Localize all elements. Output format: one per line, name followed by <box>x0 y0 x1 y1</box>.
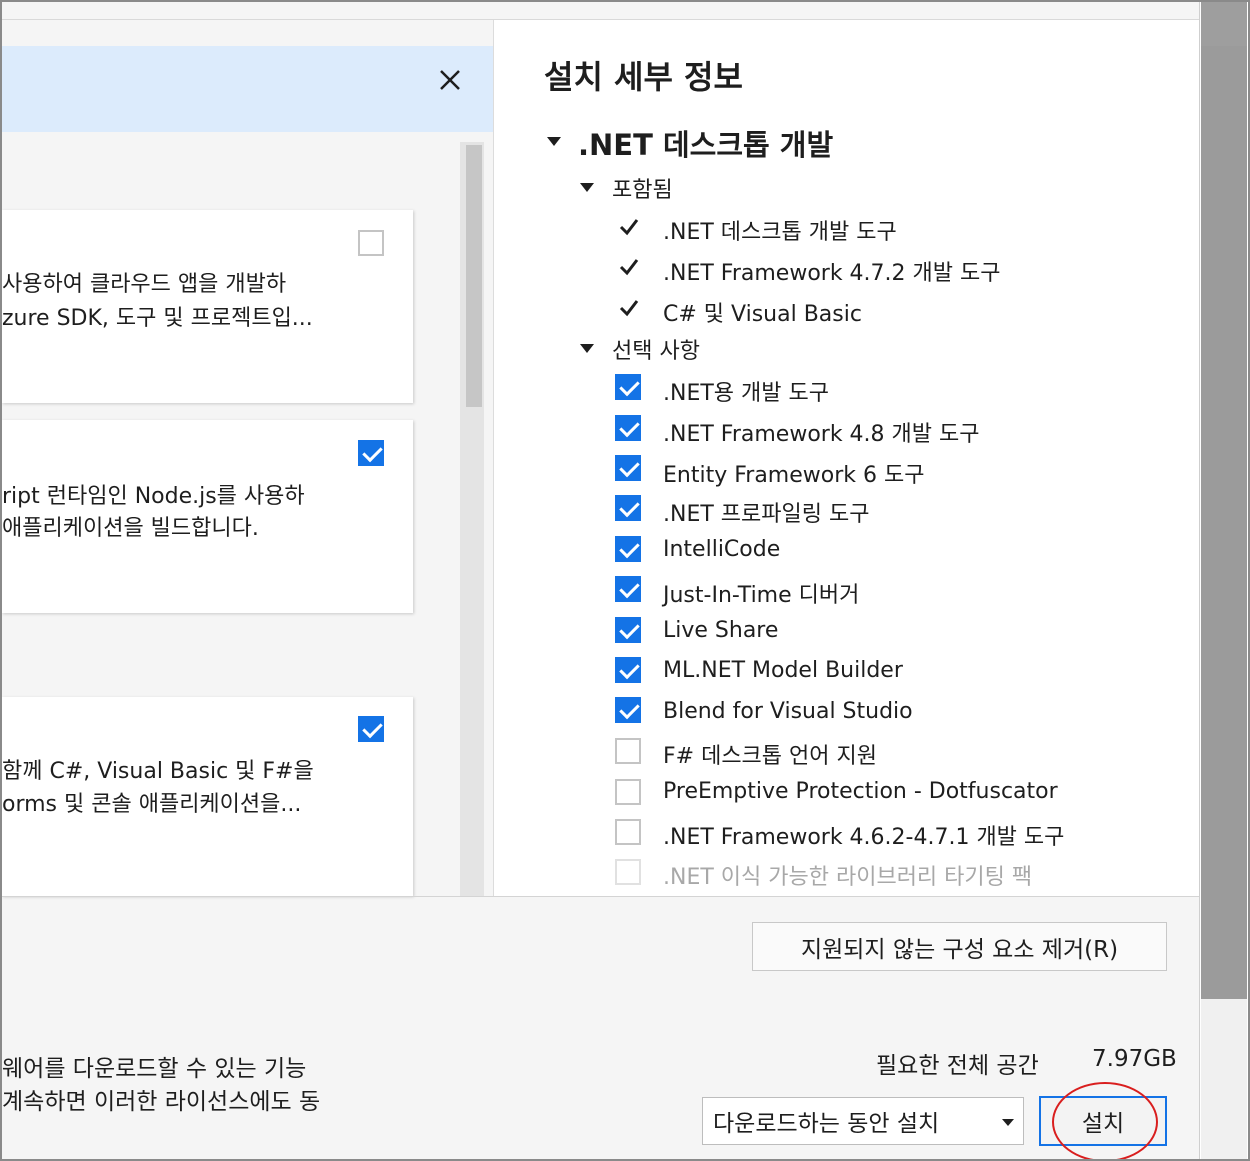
optional-checkbox[interactable] <box>615 576 641 602</box>
included-check-icon <box>619 259 639 276</box>
window-top-edge <box>0 0 1199 20</box>
list-fade <box>494 887 1199 896</box>
card-description: 사용하여 클라우드 앱을 개발하 <box>2 272 287 297</box>
workload-checkbox-dotnet-desktop[interactable] <box>358 716 384 742</box>
optional-item-label: .NET Framework 4.6.2-4.7.1 개발 도구 <box>663 825 1065 850</box>
optional-checkbox[interactable] <box>615 657 641 683</box>
included-item: .NET Framework 4.7.2 개발 도구 <box>663 261 1001 286</box>
workload-card-nodejs[interactable]: ript 런타임인 Node.js를 사용하 애플리케이션을 빌드합니다. <box>2 420 413 613</box>
included-section-title: 포함됨 <box>612 178 673 203</box>
card-description: orms 및 콘솔 애플리케이션을... <box>2 792 302 817</box>
optional-checkbox[interactable] <box>615 495 641 521</box>
card-description: 함께 C#, Visual Basic 및 F#을 <box>2 759 314 784</box>
details-title: 설치 세부 정보 <box>544 58 743 96</box>
optional-checkbox[interactable] <box>615 697 641 723</box>
optional-item-label: ML.NET Model Builder <box>663 658 903 683</box>
optional-section-title: 선택 사항 <box>612 339 700 364</box>
background-window-edge <box>1199 0 1250 1161</box>
optional-item-label: Just-In-Time 디버거 <box>663 583 860 608</box>
card-description: zure SDK, 도구 및 프로젝트입... <box>2 306 313 331</box>
workload-card-dotnet-desktop[interactable]: 함께 C#, Visual Basic 및 F#을 orms 및 콘솔 애플리케… <box>2 697 413 896</box>
optional-item-label: .NET 프로파일링 도구 <box>663 502 870 527</box>
install-mode-value: 다운로드하는 동안 설치 <box>713 1111 940 1137</box>
optional-item-label: IntelliCode <box>663 537 781 562</box>
total-space-value: 7.97GB <box>1092 1046 1177 1072</box>
optional-item-label: Entity Framework 6 도구 <box>663 463 925 488</box>
install-button[interactable]: 설치 <box>1039 1096 1167 1146</box>
remove-unsupported-button[interactable]: 지원되지 않는 구성 요소 제거(R) <box>752 922 1167 971</box>
close-icon[interactable] <box>436 66 464 94</box>
included-check-icon <box>619 219 639 236</box>
license-text: 웨어를 다운로드할 수 있는 기능 <box>2 1056 307 1082</box>
optional-checkbox[interactable] <box>615 738 641 764</box>
optional-item-label: .NET Framework 4.8 개발 도구 <box>663 422 980 447</box>
optional-item-label: PreEmptive Protection - Dotfuscator <box>663 779 1058 804</box>
optional-item-label: .NET용 개발 도구 <box>663 381 829 406</box>
scrollbar-thumb[interactable] <box>466 145 482 407</box>
workload-checkbox-azure[interactable] <box>358 230 384 256</box>
optional-checkbox[interactable] <box>615 455 641 481</box>
total-space-label: 필요한 전체 공간 <box>876 1053 1039 1079</box>
optional-checkbox[interactable] <box>615 859 641 885</box>
optional-checkbox[interactable] <box>615 415 641 441</box>
optional-item-label: Blend for Visual Studio <box>663 699 913 724</box>
notice-banner <box>2 46 493 132</box>
collapse-triangle-icon[interactable] <box>580 183 594 192</box>
included-item: C# 및 Visual Basic <box>663 302 862 327</box>
optional-checkbox[interactable] <box>615 536 641 562</box>
collapse-triangle-icon[interactable] <box>580 344 594 353</box>
workload-checkbox-nodejs[interactable] <box>358 440 384 466</box>
included-item: .NET 데스크톱 개발 도구 <box>663 220 897 245</box>
optional-checkbox[interactable] <box>615 819 641 845</box>
workload-group-title: .NET 데스크톱 개발 <box>578 128 834 162</box>
license-text: 계속하면 이러한 라이선스에도 동 <box>2 1089 321 1115</box>
optional-item-label: Live Share <box>663 618 779 643</box>
workload-card-azure[interactable]: 사용하여 클라우드 앱을 개발하 zure SDK, 도구 및 프로젝트입... <box>2 210 413 403</box>
optional-item-label: F# 데스크톱 언어 지원 <box>663 744 877 769</box>
collapse-triangle-icon[interactable] <box>547 137 561 146</box>
install-mode-dropdown[interactable]: 다운로드하는 동안 설치 <box>702 1097 1024 1145</box>
optional-checkbox[interactable] <box>615 779 641 805</box>
card-description: 애플리케이션을 빌드합니다. <box>2 516 259 541</box>
card-description: ript 런타임인 Node.js를 사용하 <box>2 484 305 509</box>
footer-divider <box>2 896 1199 897</box>
optional-checkbox[interactable] <box>615 617 641 643</box>
included-check-icon <box>619 300 639 317</box>
chevron-down-icon <box>1002 1119 1014 1126</box>
optional-checkbox[interactable] <box>615 374 641 400</box>
